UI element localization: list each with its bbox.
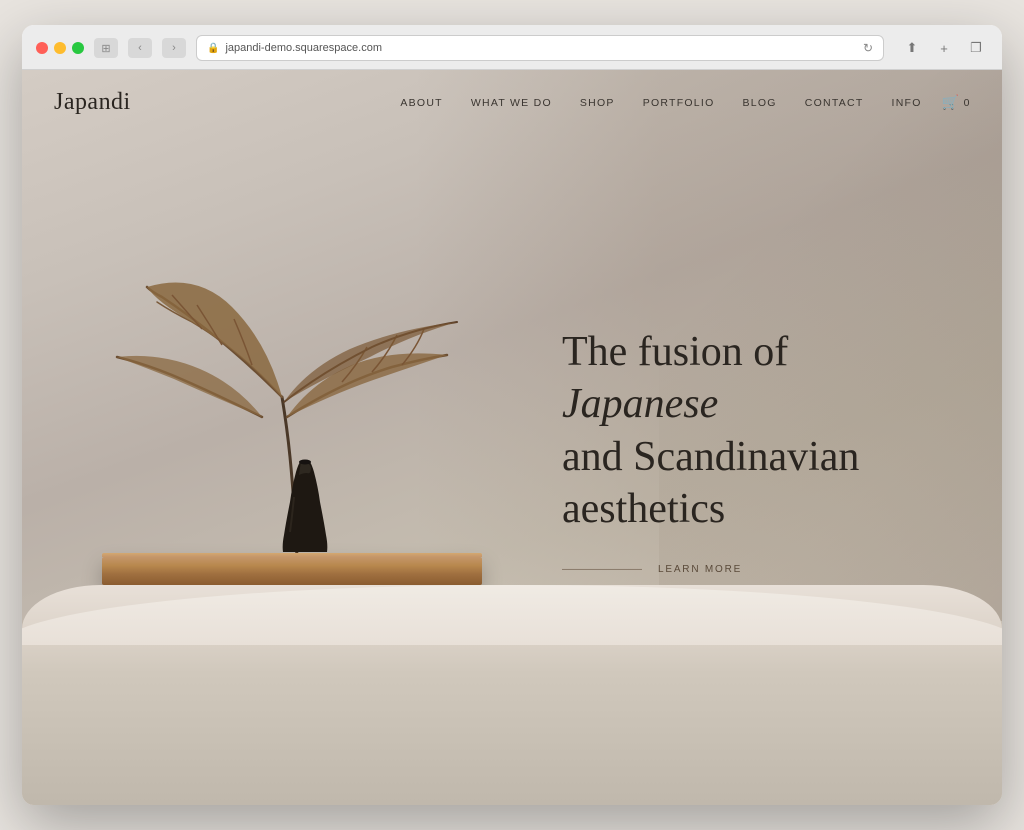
lock-icon: 🔒 [207, 43, 219, 54]
website-content: Japandi ABOUT WHAT WE DO SHOP PORTFOLIO … [22, 70, 1002, 805]
nav-link-info[interactable]: INFO [892, 97, 922, 109]
nav-link-about[interactable]: ABOUT [400, 97, 442, 109]
cart-count: 0 [964, 97, 970, 109]
learn-more-container: LEARN MORE [562, 563, 942, 574]
wooden-shelf [102, 557, 482, 585]
nav-link-contact[interactable]: CONTACT [805, 97, 864, 109]
learn-more-line [562, 568, 642, 569]
bed-fabric [22, 585, 1002, 805]
nav-link-blog[interactable]: BLOG [743, 97, 777, 109]
browser-window: ⊞ ‹ › 🔒 japandi-demo.squarespace.com ↻ ⬆… [22, 25, 1002, 805]
close-button[interactable] [36, 42, 48, 54]
refresh-icon[interactable]: ↻ [863, 41, 873, 55]
traffic-lights [36, 42, 84, 54]
window-layout-button[interactable]: ⊞ [94, 38, 118, 58]
hero-heading-plain2: and Scandinavian [562, 433, 859, 479]
navigation: Japandi ABOUT WHAT WE DO SHOP PORTFOLIO … [22, 70, 1002, 135]
hero-heading-plain: The fusion of [562, 328, 788, 374]
nav-link-shop[interactable]: SHOP [580, 97, 615, 109]
site-logo[interactable]: Japandi [54, 89, 131, 116]
url-text: japandi-demo.squarespace.com [225, 42, 382, 54]
share-button[interactable]: ⬆ [900, 38, 924, 58]
nav-links: ABOUT WHAT WE DO SHOP PORTFOLIO BLOG CON… [400, 97, 921, 109]
nav-link-portfolio[interactable]: PORTFOLIO [643, 97, 715, 109]
new-tab-button[interactable]: + [932, 38, 956, 58]
browser-chrome: ⊞ ‹ › 🔒 japandi-demo.squarespace.com ↻ ⬆… [22, 25, 1002, 70]
hero-heading-italic: Japanese [562, 381, 718, 427]
hero-text-block: The fusion of Japanese and Scandinavian … [562, 325, 942, 574]
hero-heading: The fusion of Japanese and Scandinavian … [562, 325, 942, 535]
forward-button[interactable]: › [162, 38, 186, 58]
maximize-button[interactable] [72, 42, 84, 54]
copy-tab-button[interactable]: ❐ [964, 38, 988, 58]
minimize-button[interactable] [54, 42, 66, 54]
back-button[interactable]: ‹ [128, 38, 152, 58]
learn-more-link[interactable]: LEARN MORE [658, 563, 742, 574]
cart-button[interactable]: 🛒 0 [942, 94, 970, 111]
cart-icon: 🛒 [942, 94, 960, 111]
vase [270, 457, 340, 557]
nav-link-what-we-do[interactable]: WHAT WE DO [471, 97, 552, 109]
hero-heading-plain3: aesthetics [562, 486, 725, 532]
browser-actions: ⬆ + ❐ [900, 38, 988, 58]
address-bar[interactable]: 🔒 japandi-demo.squarespace.com ↻ [196, 35, 884, 61]
